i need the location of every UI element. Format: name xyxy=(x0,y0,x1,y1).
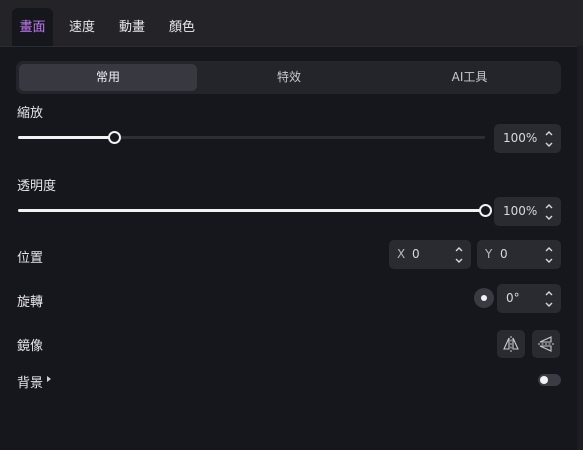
opacity-slider-fill xyxy=(18,209,485,212)
toggle-knob xyxy=(540,376,548,384)
background-label: 背景 xyxy=(17,376,44,391)
flip-horizontal-button[interactable] xyxy=(497,330,525,358)
tab-speed[interactable]: 速度 xyxy=(60,8,104,46)
opacity-label: 透明度 xyxy=(17,179,57,194)
segment-ai-tools[interactable]: AI工具 xyxy=(381,64,558,91)
scale-value: 100% xyxy=(503,131,538,145)
rotation-value-stepper[interactable]: 0° xyxy=(497,284,561,313)
flip-horizontal-icon xyxy=(503,336,519,352)
position-y-label: Y xyxy=(485,247,493,261)
scale-slider-thumb[interactable] xyxy=(108,131,122,144)
scale-value-stepper[interactable]: 100% xyxy=(494,124,561,153)
opacity-slider[interactable] xyxy=(18,204,492,217)
flip-vertical-icon xyxy=(538,336,554,352)
position-y-stepper[interactable]: Y 0 xyxy=(477,240,561,269)
opacity-value-stepper[interactable]: 100% xyxy=(494,197,561,226)
scale-slider[interactable] xyxy=(18,131,485,144)
stepper-arrows-icon[interactable] xyxy=(455,246,463,264)
segmented-control: 常用 特效 AI工具 xyxy=(16,61,561,94)
stepper-arrows-icon[interactable] xyxy=(545,246,553,264)
mirror-label: 鏡像 xyxy=(17,339,44,354)
flip-vertical-button[interactable] xyxy=(532,330,560,358)
expand-caret-icon[interactable] xyxy=(47,376,51,382)
rotation-dial-icon[interactable] xyxy=(474,288,494,308)
tab-animation[interactable]: 動畫 xyxy=(110,8,154,46)
rotation-label: 旋轉 xyxy=(17,295,44,310)
position-x-label: X xyxy=(397,247,406,261)
stepper-arrows-icon[interactable] xyxy=(545,203,553,221)
stepper-arrows-icon[interactable] xyxy=(545,290,553,308)
scale-label: 縮放 xyxy=(17,106,44,121)
scale-slider-fill xyxy=(18,136,115,139)
tab-color[interactable]: 顏色 xyxy=(160,8,204,46)
segment-effects[interactable]: 特效 xyxy=(200,64,378,91)
tab-bar: 畫面 速度 動畫 顏色 xyxy=(0,0,583,47)
segment-common[interactable]: 常用 xyxy=(19,64,197,91)
position-label: 位置 xyxy=(17,251,44,266)
position-x-value: 0 xyxy=(412,247,420,261)
stepper-arrows-icon[interactable] xyxy=(545,130,553,148)
opacity-slider-thumb[interactable] xyxy=(479,204,492,217)
panel-scroll-edge xyxy=(577,46,583,450)
background-toggle[interactable] xyxy=(538,374,561,386)
tab-canvas[interactable]: 畫面 xyxy=(12,8,53,46)
position-x-stepper[interactable]: X 0 xyxy=(389,240,471,269)
rotation-value: 0° xyxy=(506,291,520,305)
position-y-value: 0 xyxy=(500,247,508,261)
opacity-value: 100% xyxy=(503,204,538,218)
